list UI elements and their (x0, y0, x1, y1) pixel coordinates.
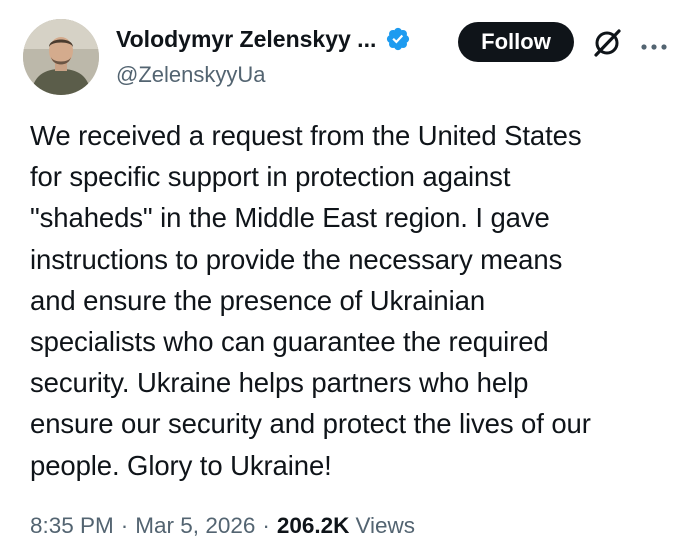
follow-button[interactable]: Follow (458, 22, 574, 62)
tweet-time[interactable]: 8:35 PM (30, 513, 114, 539)
views-label: Views (355, 513, 416, 538)
tweet-meta: 8:35 PM · Mar 5, 2026 · 206.2K Views (30, 513, 415, 539)
grok-icon[interactable] (590, 26, 624, 60)
author-avatar[interactable] (23, 19, 99, 95)
tweet-card: Volodymyr Zelenskyy ... @ZelenskyyUa Fol… (0, 0, 696, 558)
meta-separator: · (120, 513, 129, 538)
verified-badge-icon[interactable] (385, 26, 411, 52)
more-dots-icon[interactable] (640, 38, 668, 50)
author-display-name[interactable]: Volodymyr Zelenskyy ... (116, 26, 376, 53)
tweet-date[interactable]: Mar 5, 2026 (135, 513, 255, 539)
views-count[interactable]: 206.2K (277, 513, 350, 539)
author-info: Volodymyr Zelenskyy ... @ZelenskyyUa (116, 22, 411, 88)
author-handle[interactable]: @ZelenskyyUa (116, 62, 411, 88)
meta-separator: · (262, 513, 270, 538)
profile-photo-icon (23, 19, 99, 95)
tweet-text: We received a request from the United St… (30, 120, 591, 481)
